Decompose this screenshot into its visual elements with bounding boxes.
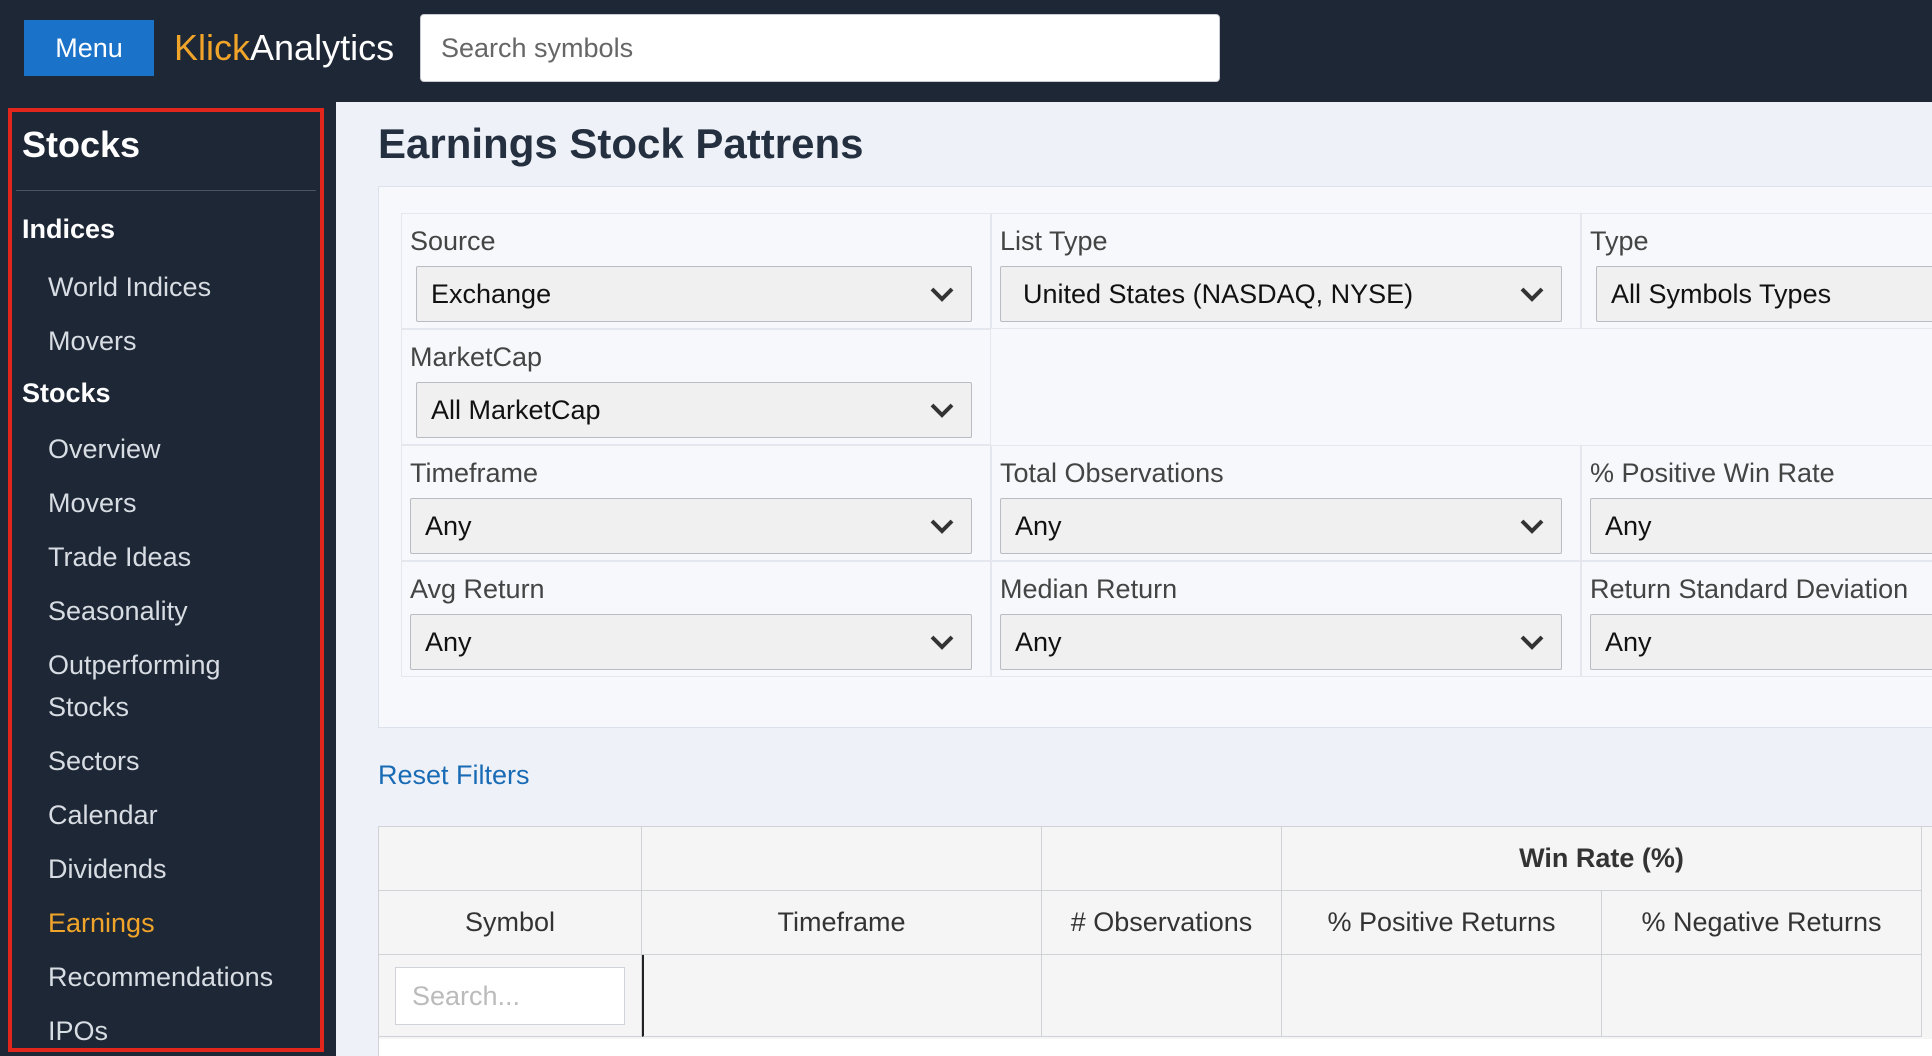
brand-analytics: Analytics xyxy=(250,27,395,68)
source-label: Source xyxy=(410,226,496,256)
median-return-label: Median Return xyxy=(1000,574,1178,604)
list-type-select[interactable]: United States (NASDAQ, NYSE) xyxy=(1000,266,1562,322)
sidebar-section-stocks: Stocks xyxy=(22,378,111,408)
marketcap-value: All MarketCap xyxy=(431,394,601,425)
column-header-symbol[interactable]: Symbol xyxy=(379,891,642,955)
sidebar-item-ipos[interactable]: IPOs xyxy=(48,1010,108,1052)
return-std-value: Any xyxy=(1605,626,1652,657)
chevron-down-icon xyxy=(930,403,954,418)
return-std-label: Return Standard Deviation xyxy=(1590,574,1909,604)
sidebar-item-trade-ideas[interactable]: Trade Ideas xyxy=(48,536,191,578)
source-value: Exchange xyxy=(431,278,552,309)
avg-return-value: Any xyxy=(425,626,472,657)
sidebar-item-seasonality[interactable]: Seasonality xyxy=(48,590,188,632)
sidebar-divider xyxy=(16,190,316,191)
brand-logo[interactable]: KlickAnalytics xyxy=(174,26,394,70)
chevron-down-icon xyxy=(930,635,954,650)
positive-win-rate-select[interactable]: Any xyxy=(1590,498,1932,554)
sidebar-item-world-indices[interactable]: World Indices xyxy=(48,266,211,308)
filter-cell-observations-col xyxy=(1042,955,1282,1037)
top-bar: Menu KlickAnalytics xyxy=(0,0,1932,102)
filter-cell-total-observations: Total Observations Any xyxy=(991,445,1581,561)
filter-cell-type: Type All Symbols Types xyxy=(1581,213,1932,329)
avg-return-select[interactable]: Any xyxy=(410,614,972,670)
brand-klick: Klick xyxy=(174,27,251,68)
filter-cell-source: Source Exchange xyxy=(401,213,991,329)
group-header-empty-1 xyxy=(379,827,642,891)
total-observations-select[interactable]: Any xyxy=(1000,498,1562,554)
sidebar-item-movers[interactable]: Movers xyxy=(48,482,137,524)
median-return-select[interactable]: Any xyxy=(1000,614,1562,670)
source-select[interactable]: Exchange xyxy=(416,266,972,322)
filter-cell-timeframe-col xyxy=(642,955,1042,1037)
filter-cell-marketcap: MarketCap All MarketCap xyxy=(401,329,991,445)
sidebar-item-sectors[interactable]: Sectors xyxy=(48,740,140,782)
type-select[interactable]: All Symbols Types xyxy=(1596,266,1932,322)
return-std-select[interactable]: Any xyxy=(1590,614,1932,670)
chevron-down-icon xyxy=(930,519,954,534)
median-return-value: Any xyxy=(1015,626,1062,657)
filter-cell-positive-win-rate: % Positive Win Rate Any xyxy=(1581,445,1932,561)
filter-cell-median-return: Median Return Any xyxy=(991,561,1581,677)
menu-button[interactable]: Menu xyxy=(24,20,154,76)
filter-cell-timeframe: Timeframe Any xyxy=(401,445,991,561)
type-value: All Symbols Types xyxy=(1611,278,1832,309)
positive-win-rate-value: Any xyxy=(1605,510,1652,541)
avg-return-label: Avg Return xyxy=(410,574,545,604)
group-header-empty-3 xyxy=(1042,827,1282,891)
reset-filters-link[interactable]: Reset Filters xyxy=(378,760,530,791)
timeframe-label: Timeframe xyxy=(410,458,539,488)
table-body xyxy=(379,1039,1932,1056)
chevron-down-icon xyxy=(1520,635,1544,650)
filter-cell-positive-col xyxy=(1282,955,1602,1037)
filter-panel: Source Exchange List Type United States … xyxy=(378,186,1932,728)
list-type-label: List Type xyxy=(1000,226,1108,256)
column-header-observations[interactable]: # Observations xyxy=(1042,891,1282,955)
win-rate-group-header: Win Rate (%) xyxy=(1282,827,1922,891)
sidebar-item-earnings[interactable]: Earnings xyxy=(48,902,155,944)
marketcap-label: MarketCap xyxy=(410,342,543,372)
results-table: Win Rate (%) Symbol Timeframe # Observat… xyxy=(378,826,1932,1056)
filter-cell-list-type: List Type United States (NASDAQ, NYSE) xyxy=(991,213,1581,329)
symbol-search-input[interactable] xyxy=(420,14,1220,82)
timeframe-value: Any xyxy=(425,510,472,541)
marketcap-select[interactable]: All MarketCap xyxy=(416,382,972,438)
sidebar-item-outperforming-stocks[interactable]: Outperforming Stocks xyxy=(48,644,288,728)
sidebar-item-overview[interactable]: Overview xyxy=(48,428,161,470)
filter-cell-negative-col xyxy=(1602,955,1922,1037)
filter-cell-return-std: Return Standard Deviation Any xyxy=(1581,561,1932,677)
chevron-down-icon xyxy=(1520,519,1544,534)
column-header-positive-returns[interactable]: % Positive Returns xyxy=(1282,891,1602,955)
sidebar-item-dividends[interactable]: Dividends xyxy=(48,848,167,890)
sidebar-section-indices: Indices xyxy=(22,214,116,244)
symbol-column-search[interactable] xyxy=(395,967,625,1025)
total-observations-label: Total Observations xyxy=(1000,458,1224,488)
sidebar-item-index-movers[interactable]: Movers xyxy=(48,320,137,362)
page-title: Earnings Stock Pattrens xyxy=(378,120,864,167)
group-header-empty-2 xyxy=(642,827,1042,891)
total-observations-value: Any xyxy=(1015,510,1062,541)
positive-win-rate-label: % Positive Win Rate xyxy=(1590,458,1835,488)
sidebar-title: Stocks xyxy=(22,124,141,165)
chevron-down-icon xyxy=(930,287,954,302)
filter-cell-avg-return: Avg Return Any xyxy=(401,561,991,677)
type-label: Type xyxy=(1590,226,1649,256)
sidebar-item-recommendations[interactable]: Recommendations xyxy=(48,956,273,998)
column-header-timeframe[interactable]: Timeframe xyxy=(642,891,1042,955)
sidebar-item-calendar[interactable]: Calendar xyxy=(48,794,158,836)
timeframe-select[interactable]: Any xyxy=(410,498,972,554)
column-header-negative-returns[interactable]: % Negative Returns xyxy=(1602,891,1922,955)
list-type-value: United States (NASDAQ, NYSE) xyxy=(1023,278,1414,309)
chevron-down-icon xyxy=(1520,287,1544,302)
